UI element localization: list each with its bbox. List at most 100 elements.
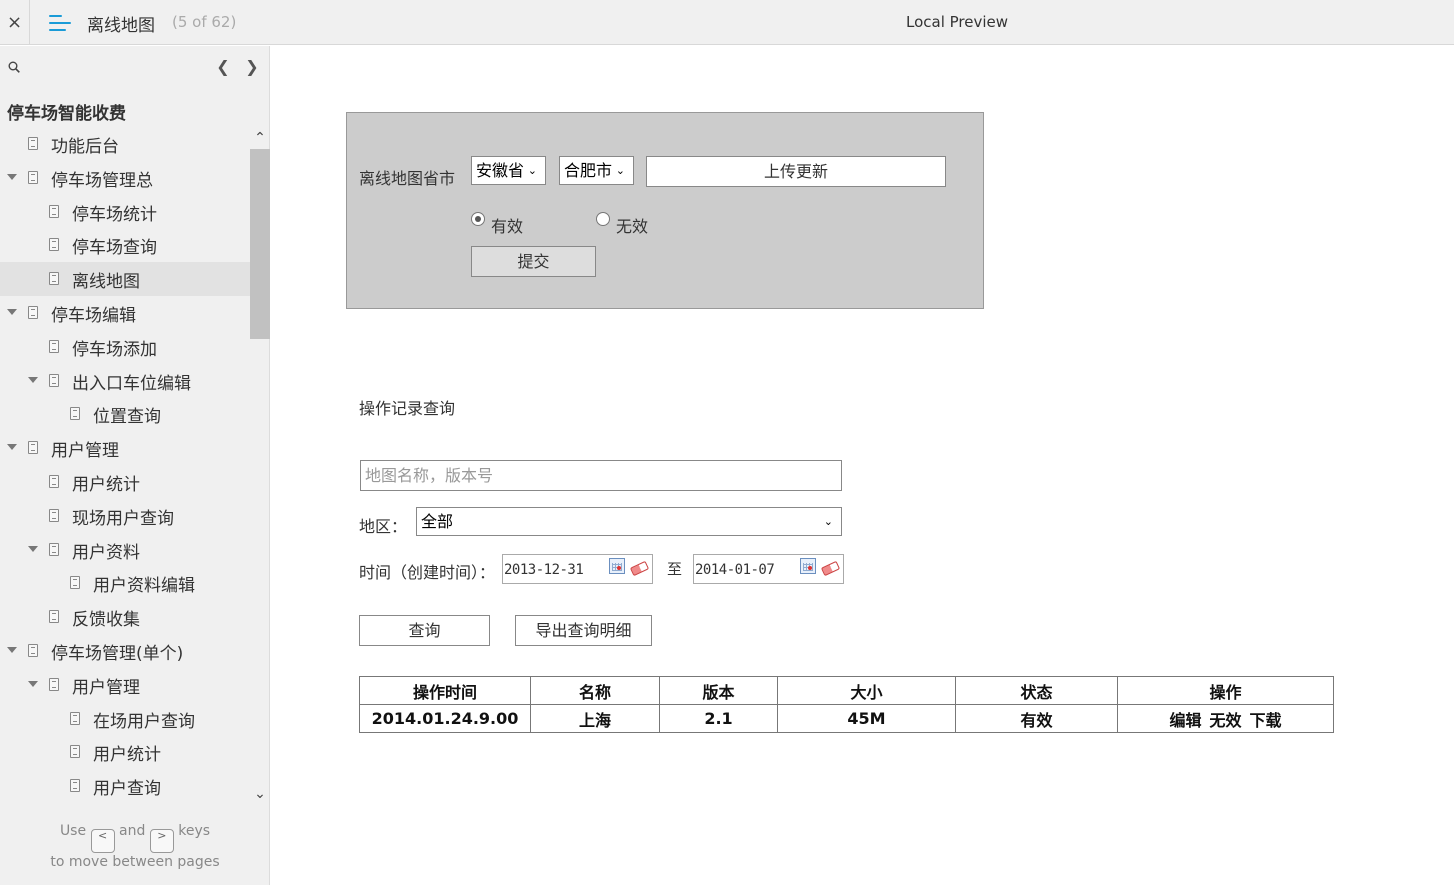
download-link[interactable]: 下载 [1250, 711, 1282, 730]
column-header: 大小 [777, 676, 956, 705]
sidebar-item-label: 用户统计 [72, 474, 140, 495]
date-from-field[interactable]: 2013-12-31 [502, 554, 653, 584]
region-select[interactable]: 全部 ⌄ [416, 507, 842, 536]
preview-label: Local Preview [906, 13, 1009, 31]
sidebar-item[interactable]: 用户管理 [0, 431, 250, 465]
close-button[interactable]: × [0, 0, 30, 45]
sidebar-item[interactable]: 用户管理 [0, 668, 250, 702]
eraser-icon[interactable] [629, 560, 650, 577]
column-header: 版本 [659, 676, 778, 705]
city-select[interactable]: 合肥市 ⌄ [559, 156, 634, 185]
page-document-icon [49, 204, 59, 218]
page-document-icon [49, 677, 59, 691]
records-section-title: 操作记录查询 [359, 399, 456, 418]
export-details-button[interactable]: 导出查询明细 [515, 615, 652, 646]
scroll-up-chevron-icon[interactable]: ⌃ [252, 130, 268, 146]
radio-selected-icon [471, 212, 485, 226]
expand-caret-icon[interactable] [7, 444, 17, 451]
sidebar-item-label: 停车场查询 [72, 238, 157, 259]
submit-button[interactable]: 提交 [471, 246, 596, 277]
radio-valid-label: 有效 [491, 217, 524, 236]
expand-caret-icon[interactable] [7, 646, 17, 653]
date-to-value: 2014-01-07 [695, 562, 775, 578]
sidebar-item-label: 用户资料 [72, 542, 140, 563]
table-header-row: 操作时间 名称 版本 大小 状态 操作 [359, 676, 1334, 705]
upload-update-button[interactable]: 上传更新 [646, 156, 946, 187]
sidebar-item[interactable]: 停车场管理(单个) [0, 634, 250, 668]
offline-map-region-label: 离线地图省市 [359, 169, 456, 188]
sidebar-item[interactable]: 功能后台 [0, 127, 250, 161]
sidebar-item[interactable]: 用户资料 [0, 533, 250, 567]
sidebar-scrollbar-thumb[interactable] [250, 149, 270, 339]
eraser-icon[interactable] [820, 560, 841, 577]
sidebar-item[interactable]: 用户查询 [0, 769, 250, 803]
expand-caret-icon[interactable] [7, 173, 17, 180]
hamburger-menu-icon[interactable] [49, 13, 71, 33]
page-document-icon [28, 305, 38, 319]
sidebar-item[interactable]: 停车场统计 [0, 195, 250, 229]
prev-key-icon: < [90, 829, 115, 853]
cell-version: 2.1 [659, 704, 778, 733]
expand-caret-icon[interactable] [28, 545, 38, 552]
sidebar-item[interactable]: 用户资料编辑 [0, 566, 250, 600]
expand-caret-icon[interactable] [7, 308, 17, 315]
sidebar-item-label: 用户管理 [72, 677, 140, 698]
search-input[interactable] [360, 460, 842, 491]
sidebar-item[interactable]: 停车场添加 [0, 330, 250, 364]
column-header: 操作 [1117, 676, 1334, 705]
sidebar-item[interactable]: 停车场管理总 [0, 161, 250, 195]
expand-caret-icon[interactable] [28, 680, 38, 687]
date-from-value: 2013-12-31 [504, 562, 584, 578]
sidebar-item-label: 离线地图 [72, 272, 140, 293]
page-document-icon [70, 711, 80, 725]
project-title: 停车场智能收费 [7, 104, 126, 124]
sidebar-item[interactable]: 用户统计 [0, 735, 250, 769]
invalidate-link[interactable]: 无效 [1209, 711, 1241, 730]
page-document-icon [70, 407, 80, 421]
page-document-icon [49, 610, 59, 624]
sidebar-item[interactable]: 用户统计 [0, 465, 250, 499]
keyboard-hint-line2: to move between pages [50, 854, 220, 870]
radio-invalid-label: 无效 [616, 217, 649, 236]
next-page-chevron-icon[interactable]: ❯ [244, 58, 260, 76]
sidebar-item[interactable]: 现场用户查询 [0, 499, 250, 533]
sidebar-item[interactable]: 出入口车位编辑 [0, 364, 250, 398]
sidebar-item[interactable]: 反馈收集 [0, 600, 250, 634]
page-document-icon [49, 542, 59, 556]
page-document-icon [49, 373, 59, 387]
date-to-field[interactable]: 2014-01-07 [693, 554, 844, 584]
search-icon[interactable] [8, 61, 20, 73]
calendar-icon[interactable] [800, 558, 816, 574]
sidebar-item-label: 停车场编辑 [51, 305, 136, 326]
page-document-icon [49, 238, 59, 252]
sidebar-item[interactable]: 停车场编辑 [0, 296, 250, 330]
page-document-icon [49, 272, 59, 286]
sidebar-item[interactable]: 位置查询 [0, 397, 250, 431]
page-document-icon [28, 137, 38, 150]
page-document-icon [70, 576, 80, 590]
page-title: 离线地图 [87, 16, 155, 36]
time-label: 时间（创建时间）： [359, 563, 496, 582]
keyboard-hint: Use < and > keys [0, 823, 270, 853]
chevron-down-icon: ⌄ [527, 164, 537, 177]
sidebar: ❮ ❯ 停车场智能收费 功能后台 停车场管理总停车场统计停车场查询离线地图停车场编… [0, 46, 270, 885]
province-select[interactable]: 安徽省 ⌄ [471, 156, 546, 185]
sidebar-item-label: 在场用户查询 [93, 711, 195, 732]
edit-link[interactable]: 编辑 [1169, 711, 1201, 730]
hint-use: Use [59, 823, 87, 839]
expand-caret-icon[interactable] [28, 376, 38, 383]
province-value: 安徽省 [476, 161, 525, 180]
sidebar-item-label: 停车场统计 [72, 204, 157, 225]
sidebar-item-label: 用户统计 [93, 745, 161, 766]
previous-page-chevron-icon[interactable]: ❮ [215, 58, 231, 76]
sidebar-item[interactable]: 在场用户查询 [0, 702, 250, 736]
chevron-down-icon: ⌄ [823, 515, 833, 528]
page-document-icon [49, 474, 59, 488]
query-button[interactable]: 查询 [359, 615, 490, 646]
scroll-down-chevron-icon[interactable]: ⌄ [252, 786, 268, 802]
sidebar-item[interactable]: 停车场查询 [0, 228, 250, 262]
next-key-icon: > [149, 829, 174, 853]
calendar-icon[interactable] [609, 558, 625, 574]
column-header: 名称 [530, 676, 660, 705]
sidebar-item[interactable]: 离线地图 [0, 262, 250, 296]
